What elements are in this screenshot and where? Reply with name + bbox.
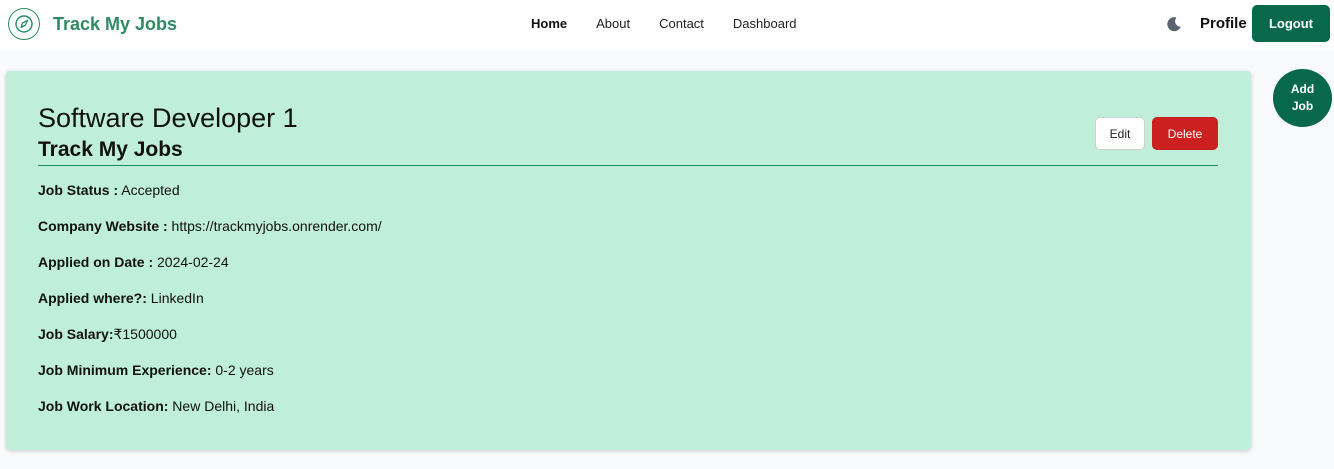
- detail-value: 0-2 years: [211, 362, 274, 378]
- detail-value: LinkedIn: [146, 290, 204, 306]
- detail-label: Job Work Location:: [38, 398, 169, 414]
- logout-button[interactable]: Logout: [1252, 5, 1330, 42]
- add-job-button[interactable]: Add Job: [1273, 69, 1332, 127]
- nav-links: Home About Contact Dashboard: [531, 16, 826, 31]
- detail-applied-where: Applied where?: LinkedIn: [38, 290, 382, 326]
- moon-icon[interactable]: [1165, 15, 1183, 33]
- detail-label: Company Website :: [38, 218, 168, 234]
- detail-value: ₹1500000: [113, 326, 177, 342]
- job-details: Job Status : Accepted Company Website : …: [38, 182, 382, 434]
- nav-link-dashboard[interactable]: Dashboard: [733, 16, 797, 31]
- add-job-label: Add Job: [1290, 82, 1315, 113]
- detail-work-location: Job Work Location: New Delhi, India: [38, 398, 382, 434]
- compass-icon: [8, 8, 40, 40]
- delete-button[interactable]: Delete: [1152, 117, 1218, 150]
- detail-value: https://trackmyjobs.onrender.com/: [167, 218, 382, 234]
- detail-value: 2024-02-24: [153, 254, 229, 270]
- detail-min-experience: Job Minimum Experience: 0-2 years: [38, 362, 382, 398]
- detail-label: Applied on Date :: [38, 254, 154, 270]
- detail-value: Accepted: [118, 182, 180, 198]
- detail-applied-date: Applied on Date : 2024-02-24: [38, 254, 382, 290]
- profile-link[interactable]: Profile: [1200, 15, 1247, 32]
- detail-label: Job Status :: [38, 182, 119, 198]
- detail-company-website: Company Website : https://trackmyjobs.on…: [38, 218, 382, 254]
- edit-button[interactable]: Edit: [1095, 117, 1145, 150]
- job-card: Software Developer 1 Track My Jobs Edit …: [6, 71, 1251, 450]
- detail-value: New Delhi, India: [168, 398, 275, 414]
- divider: [38, 165, 1218, 166]
- navbar: Track My Jobs Home About Contact Dashboa…: [0, 0, 1334, 50]
- detail-label: Applied where?:: [38, 290, 147, 306]
- nav-link-about[interactable]: About: [596, 16, 630, 31]
- brand-name: Track My Jobs: [53, 13, 178, 34]
- detail-label: Job Minimum Experience:: [38, 362, 212, 378]
- company-name: Track My Jobs: [38, 138, 183, 161]
- detail-job-salary: Job Salary:₹1500000: [38, 326, 382, 362]
- brand-link[interactable]: Track My Jobs: [8, 8, 177, 40]
- job-title: Software Developer 1: [38, 103, 298, 133]
- nav-link-contact[interactable]: Contact: [659, 16, 704, 31]
- detail-label: Job Salary:: [38, 326, 114, 342]
- detail-job-status: Job Status : Accepted: [38, 182, 382, 218]
- nav-link-home[interactable]: Home: [531, 16, 567, 31]
